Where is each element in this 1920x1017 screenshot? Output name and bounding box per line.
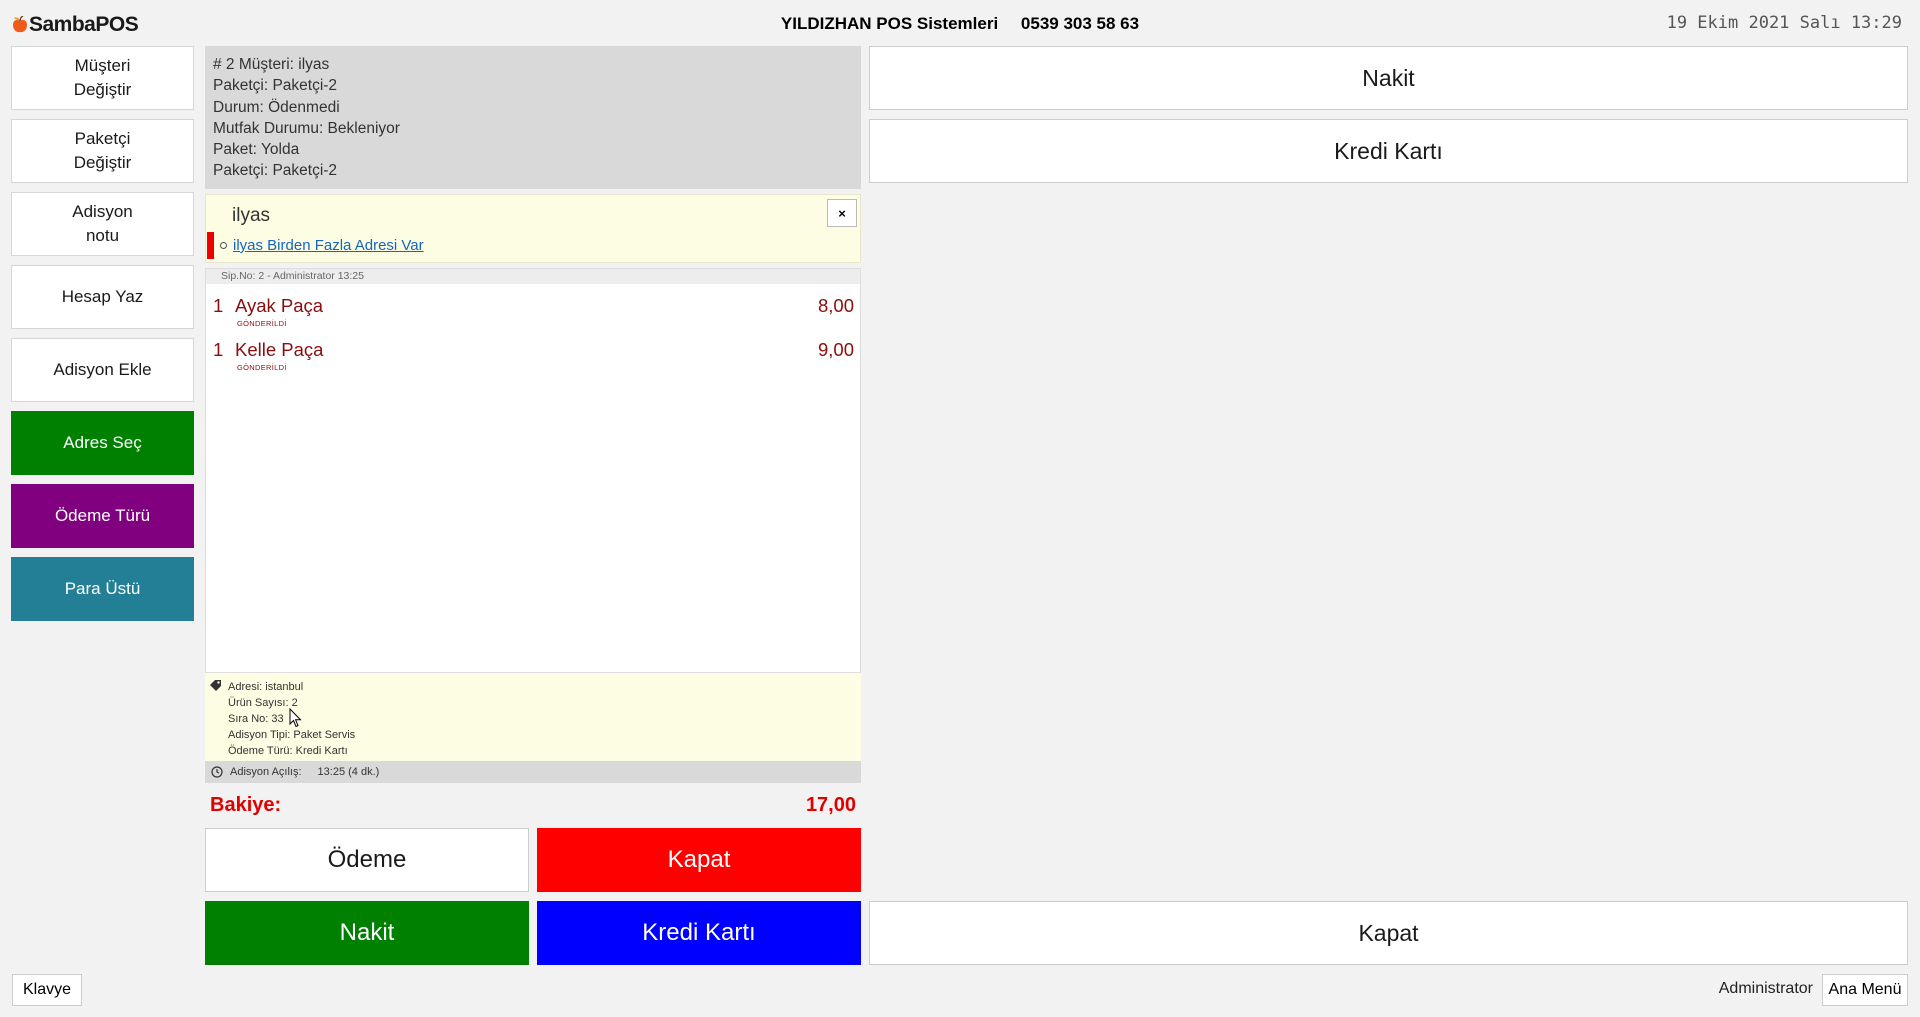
- close-ticket-button[interactable]: Kapat: [537, 828, 861, 892]
- customer-warning[interactable]: ilyas Birden Fazla Adresi Var: [220, 237, 424, 254]
- customer-panel: ilyas ilyas Birden Fazla Adresi Var ×: [205, 194, 861, 263]
- order-status: GÖNDERİLDİ: [237, 319, 287, 328]
- select-address-button[interactable]: Adres Seç: [11, 411, 194, 475]
- order-list: Sip.No: 2 - Administrator 13:25 1 Ayak P…: [205, 268, 861, 673]
- credit-card-button[interactable]: Kredi Kartı: [537, 901, 861, 965]
- ticket-info-line: Mutfak Durumu: Bekleniyor: [213, 119, 400, 137]
- opened-label: Adisyon Açılış:: [230, 766, 302, 778]
- order-qty: 1: [213, 295, 224, 316]
- bullet-icon: [220, 242, 227, 249]
- order-row[interactable]: 1 Ayak Paça 8,00 GÖNDERİLDİ: [206, 290, 860, 334]
- ticket-info-line: Durum: Ödenmedi: [213, 98, 340, 116]
- change-customer-button[interactable]: Müşteri Değiştir: [11, 46, 194, 110]
- clock-icon: [211, 766, 223, 778]
- ticket-summary: Adresi: istanbul Ürün Sayısı: 2 Sıra No:…: [205, 673, 861, 761]
- opened-time-bar: Adisyon Açılış: 13:25 (4 dk.): [205, 761, 861, 783]
- keyboard-button[interactable]: Klavye: [12, 974, 82, 1006]
- customer-name: ilyas: [232, 205, 271, 226]
- warning-bar: [207, 232, 214, 259]
- order-price: 8,00: [817, 295, 854, 316]
- header-title: YILDIZHAN POS Sistemleri 0539 303 58 63: [0, 14, 1920, 34]
- payment-button[interactable]: Ödeme: [205, 828, 529, 892]
- opened-value: 13:25 (4 dk.): [317, 766, 380, 778]
- right-close-button[interactable]: Kapat: [869, 901, 1908, 965]
- ticket-info-line: Paketçi: Paketçi-2: [213, 77, 338, 95]
- right-cash-button[interactable]: Nakit: [869, 46, 1908, 110]
- company-phone: 0539 303 58 63: [1020, 14, 1140, 33]
- mouse-cursor-icon: [289, 708, 302, 728]
- payment-type-button[interactable]: Ödeme Türü: [11, 484, 194, 548]
- print-bill-button[interactable]: Hesap Yaz: [11, 265, 194, 329]
- summary-line: Adresi: istanbul: [228, 681, 304, 693]
- change-courier-button[interactable]: Paketçi Değiştir: [11, 119, 194, 183]
- summary-line: Ödeme Türü: Kredi Kartı: [228, 745, 348, 757]
- date-time: 19 Ekim 2021 Salı 13:29: [1666, 13, 1902, 33]
- add-ticket-button[interactable]: Adisyon Ekle: [11, 338, 194, 402]
- ticket-info-line: Paketçi: Paketçi-2: [213, 162, 338, 180]
- ticket-info-panel: # 2 Müşteri: ilyas Paketçi: Paketçi-2 Du…: [205, 46, 861, 189]
- balance-label: Bakiye:: [210, 794, 282, 816]
- order-price: 9,00: [817, 339, 854, 360]
- ticket-info-line: Paket: Yolda: [213, 141, 300, 159]
- summary-line: Adisyon Tipi: Paket Servis: [228, 729, 356, 741]
- current-user: Administrator: [1718, 980, 1813, 997]
- cash-button[interactable]: Nakit: [205, 901, 529, 965]
- order-name: Kelle Paça: [235, 339, 324, 360]
- main-menu-button[interactable]: Ana Menü: [1822, 974, 1908, 1006]
- order-qty: 1: [213, 339, 224, 360]
- balance-value: 17,00: [805, 794, 856, 816]
- company-name: YILDIZHAN POS Sistemleri: [780, 14, 999, 33]
- multiple-address-link[interactable]: ilyas Birden Fazla Adresi Var: [233, 237, 424, 254]
- tag-icon: [210, 680, 221, 691]
- ticket-note-button[interactable]: Adisyon notu: [11, 192, 194, 256]
- change-due-button[interactable]: Para Üstü: [11, 557, 194, 621]
- order-row[interactable]: 1 Kelle Paça 9,00 GÖNDERİLDİ: [206, 334, 860, 378]
- ticket-info-line: # 2 Müşteri: ilyas: [213, 56, 330, 73]
- right-credit-card-button[interactable]: Kredi Kartı: [869, 119, 1908, 183]
- order-name: Ayak Paça: [235, 295, 324, 316]
- order-header: Sip.No: 2 - Administrator 13:25: [206, 269, 860, 284]
- close-customer-button[interactable]: ×: [827, 199, 857, 227]
- order-status: GÖNDERİLDİ: [237, 363, 287, 372]
